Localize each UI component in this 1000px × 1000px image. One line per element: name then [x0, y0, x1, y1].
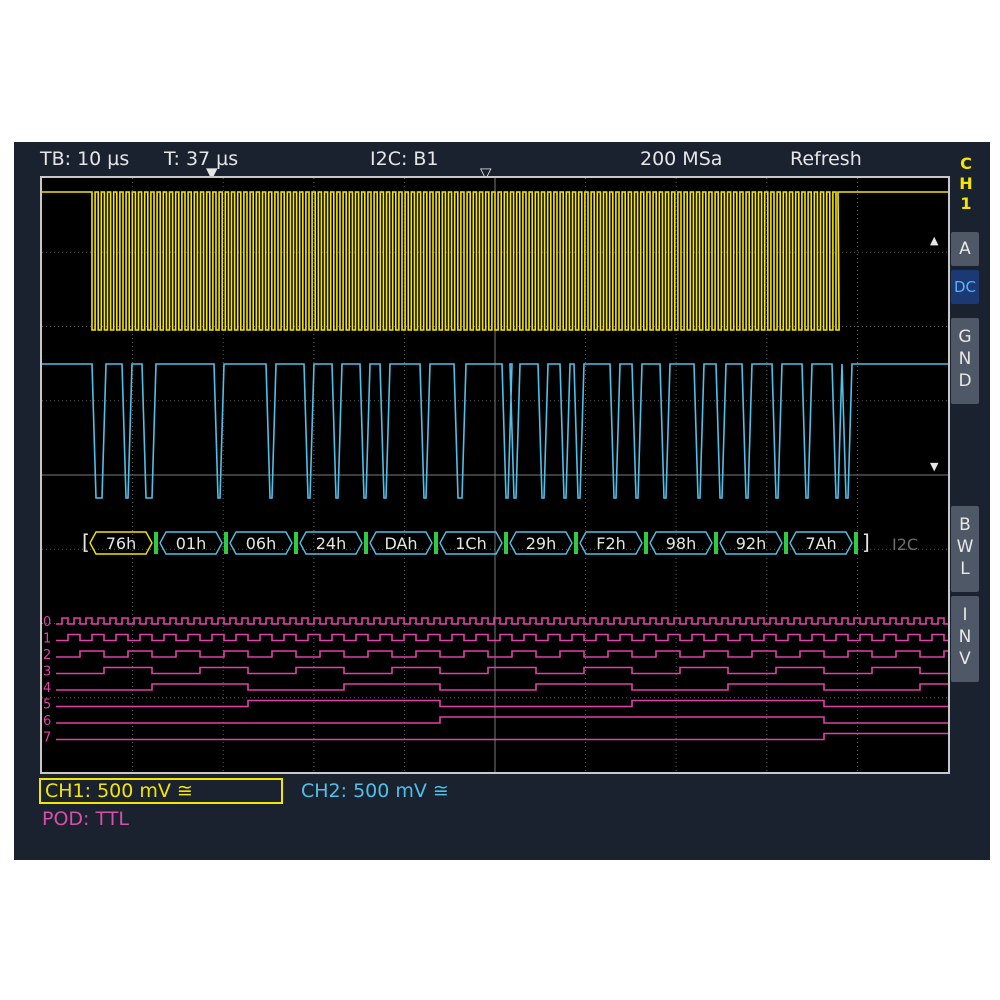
bus-ack-marker [574, 532, 578, 554]
digital-channel-6-label: 6 [43, 714, 51, 729]
ch1-waveform [42, 191, 948, 331]
ch1-upper-limit-marker: ▲ [930, 234, 939, 247]
bus-ack-marker [854, 532, 858, 554]
coupling-dc-button[interactable]: DC [951, 270, 979, 304]
bus-ack-marker [504, 532, 508, 554]
coupling-gnd-button[interactable]: G N D [951, 318, 979, 404]
timebase-readout[interactable]: TB: 10 µs [40, 148, 129, 170]
bus-frame-value: 7Ah [805, 534, 836, 553]
bus-readout[interactable]: I2C: B1 [370, 148, 439, 170]
digital-channel-3-label: 3 [43, 665, 51, 680]
digital-channel-1-label: 1 [43, 632, 51, 647]
digital-channel-7-label: 7 [43, 731, 51, 746]
bus-frame-value: F2h [596, 534, 626, 553]
digital-channel-2-waveform [56, 650, 948, 658]
bus-ack-marker [224, 532, 228, 554]
ch2-scale-label[interactable]: CH2: 500 mV ≅ [301, 780, 449, 802]
bus-ack-marker [784, 532, 788, 554]
oscilloscope-display: TB: 10 µs T: 37 µs I2C: B1 200 MSa Refre… [14, 142, 990, 860]
acquisition-mode-readout[interactable]: Refresh [790, 148, 862, 170]
bus-ack-marker [714, 532, 718, 554]
digital-channel-4-waveform [56, 683, 948, 691]
bus-frame-value: 1Ch [455, 534, 487, 553]
bus-ack-marker [644, 532, 648, 554]
digital-channel-0-label: 0 [43, 615, 51, 630]
bus-frame-value: 01h [176, 534, 207, 553]
channel-title: C H 1 [959, 154, 973, 213]
bus-frame-value: 98h [666, 534, 697, 553]
bus-ack-marker [364, 532, 368, 554]
digital-channel-3-waveform [56, 666, 948, 675]
bus-open-bracket: [ [82, 530, 90, 554]
ch1-scale-label[interactable]: CH1: 500 mV ≅ [39, 778, 283, 804]
bus-frame-value: 92h [736, 534, 767, 553]
bandwidth-limit-button[interactable]: B W L [951, 506, 979, 592]
bus-frame-value: 24h [316, 534, 347, 553]
pod-logic-level-label[interactable]: POD: TTL [42, 808, 129, 830]
ch1-lower-limit-marker: ▼ [930, 460, 939, 473]
digital-channel-5-waveform [56, 699, 948, 708]
bus-frame-value: 06h [246, 534, 277, 553]
trigger-time-readout[interactable]: T: 37 µs [164, 148, 238, 170]
bus-ack-marker [294, 532, 298, 554]
bus-frame-value: 29h [526, 534, 557, 553]
digital-channel-7-waveform [56, 732, 948, 741]
waveform-plot: 1 [76h 01h 06h 24h DAh 1Ch 29h F2h 98h 92h 7Ah] I2C 0… [42, 178, 948, 772]
digital-channel-2-label: 2 [43, 648, 51, 663]
bus-frame-value: 76h [106, 534, 137, 553]
bus-protocol-label: I2C [892, 535, 918, 554]
digital-channel-1-waveform [56, 633, 948, 642]
coupling-ac-button[interactable]: A [951, 232, 979, 266]
bus-frame-value: DAh [384, 534, 417, 553]
digital-channel-6-waveform [56, 716, 948, 724]
sample-rate-readout: 200 MSa [640, 148, 723, 170]
digital-channel-4-label: 4 [43, 681, 51, 696]
invert-button[interactable]: I N V [951, 596, 979, 682]
bus-ack-marker [434, 532, 438, 554]
bus-ack-marker [154, 532, 158, 554]
bus-close-bracket: ] [862, 530, 870, 554]
waveform-screen: 1 [76h 01h 06h 24h DAh 1Ch 29h F2h 98h 92h 7Ah] I2C 0… [40, 176, 950, 774]
digital-channel-5-label: 5 [43, 698, 51, 713]
